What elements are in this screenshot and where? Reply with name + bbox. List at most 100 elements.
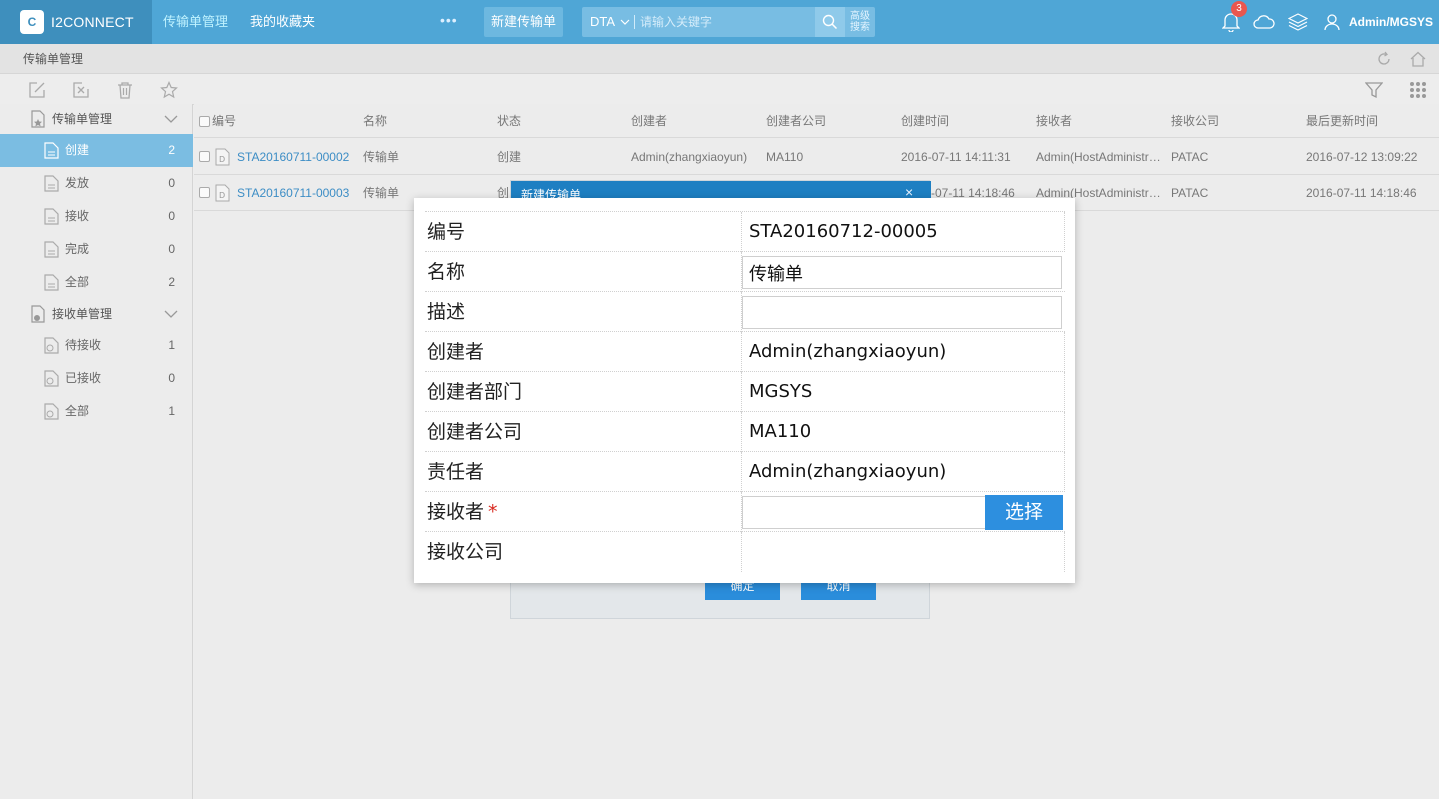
doc-star-icon bbox=[31, 110, 45, 128]
column-header[interactable]: 最后更新时间 bbox=[1306, 104, 1378, 138]
document-icon: D bbox=[215, 184, 230, 202]
document-icon bbox=[44, 274, 59, 291]
search-box: DTA 高级搜索 bbox=[582, 7, 875, 37]
row-checkbox[interactable] bbox=[199, 151, 210, 162]
field-label: 描述 bbox=[427, 301, 466, 323]
receiver-input[interactable] bbox=[742, 496, 986, 529]
row-number-link[interactable]: STA20160711-00003 bbox=[237, 175, 359, 211]
column-header[interactable]: 接收公司 bbox=[1171, 104, 1219, 138]
column-header[interactable]: 编号 bbox=[212, 104, 236, 138]
filter-icon[interactable] bbox=[1364, 80, 1384, 100]
row-number-link[interactable]: STA20160711-00002 bbox=[237, 139, 359, 175]
notification-badge: 3 bbox=[1231, 1, 1247, 17]
sidebar: 传输单管理 创建 2 发放 0 接收 0 完成 0 全部 2 接收单管理 待接收… bbox=[0, 104, 193, 799]
form-row-number: 编号 STA20160712-00005 bbox=[425, 212, 1065, 252]
search-type-dropdown[interactable]: DTA bbox=[590, 7, 630, 37]
sidebar-item-complete[interactable]: 完成 0 bbox=[0, 233, 193, 266]
breadcrumb-bar: 传输单管理 bbox=[0, 44, 1439, 74]
field-label: 创建者部门 bbox=[427, 381, 523, 403]
more-icon[interactable]: ••• bbox=[440, 12, 458, 28]
column-divider bbox=[1064, 212, 1065, 252]
receiver-label: 接收者 bbox=[427, 501, 485, 523]
column-header[interactable]: 创建时间 bbox=[901, 104, 949, 138]
number-value: STA20160712-00005 bbox=[749, 221, 938, 242]
search-icon bbox=[822, 14, 838, 30]
column-header[interactable]: 创建者 bbox=[631, 104, 667, 138]
sidebar-item-all-received[interactable]: 全部 1 bbox=[0, 395, 193, 428]
column-header[interactable]: 状态 bbox=[497, 104, 521, 138]
sidebar-group-transfer[interactable]: 传输单管理 bbox=[0, 104, 193, 134]
row-checkbox[interactable] bbox=[199, 187, 210, 198]
advanced-search-button[interactable]: 高级搜索 bbox=[845, 7, 875, 37]
cancel-doc-icon[interactable] bbox=[71, 80, 91, 100]
form-row-company: 创建者公司 MA110 bbox=[425, 412, 1065, 452]
sidebar-item-label: 待接收 bbox=[65, 338, 102, 352]
logo[interactable]: C I2CONNECT bbox=[0, 0, 152, 44]
layers-icon[interactable] bbox=[1287, 11, 1309, 33]
sidebar-item-count: 0 bbox=[168, 209, 175, 223]
document-icon bbox=[44, 241, 59, 258]
sidebar-item-pending[interactable]: 待接收 1 bbox=[0, 329, 193, 362]
edit-icon[interactable] bbox=[27, 80, 47, 100]
sidebar-item-issue[interactable]: 发放 0 bbox=[0, 167, 193, 200]
sidebar-item-label: 发放 bbox=[65, 176, 90, 190]
sidebar-item-count: 0 bbox=[168, 371, 175, 385]
table-header: 编号 名称 状态 创建者 创建者公司 创建时间 接收者 接收公司 最后更新时间 bbox=[194, 104, 1439, 138]
name-input[interactable] bbox=[742, 256, 1062, 289]
cell-receiver-company: PATAC bbox=[1171, 186, 1209, 200]
svg-text:D: D bbox=[219, 191, 225, 200]
chevron-down-icon bbox=[620, 19, 630, 25]
sidebar-group-label: 传输单管理 bbox=[52, 112, 113, 126]
search-button[interactable] bbox=[815, 7, 845, 37]
column-divider bbox=[741, 412, 742, 452]
sidebar-item-create[interactable]: 创建 2 bbox=[0, 134, 193, 167]
table-row[interactable]: D STA20160711-00002 传输单 创建 Admin(zhangxi… bbox=[194, 139, 1439, 175]
cloud-icon[interactable] bbox=[1253, 11, 1275, 33]
form-row-owner: 责任者 Admin(zhangxiaoyun) bbox=[425, 452, 1065, 492]
search-input[interactable] bbox=[640, 7, 813, 37]
column-divider bbox=[1064, 452, 1065, 492]
sidebar-item-received[interactable]: 已接收 0 bbox=[0, 362, 193, 395]
column-header[interactable]: 创建者公司 bbox=[766, 104, 826, 138]
required-mark: * bbox=[488, 501, 498, 523]
chevron-down-icon bbox=[164, 310, 178, 318]
star-icon[interactable] bbox=[159, 80, 179, 100]
sidebar-item-label: 完成 bbox=[65, 242, 90, 256]
select-receiver-button[interactable]: 选择 bbox=[985, 495, 1063, 530]
sidebar-item-label: 全部 bbox=[65, 275, 90, 289]
cell-updated-time: 2016-07-11 14:18:46 bbox=[1306, 186, 1417, 200]
column-header[interactable]: 接收者 bbox=[1036, 104, 1072, 138]
grid-icon[interactable] bbox=[1408, 80, 1428, 100]
cell-creator: Admin(zhangxiaoyun) bbox=[631, 150, 748, 164]
owner-value: Admin(zhangxiaoyun) bbox=[749, 461, 947, 482]
cell-status: 创建 bbox=[497, 150, 522, 164]
sidebar-group-receipt[interactable]: 接收单管理 bbox=[0, 299, 193, 329]
sidebar-item-count: 2 bbox=[168, 143, 175, 157]
sidebar-item-count: 0 bbox=[168, 176, 175, 190]
new-transfer-button[interactable]: 新建传输单 bbox=[484, 7, 563, 37]
column-divider bbox=[1064, 532, 1065, 572]
field-label: 责任者 bbox=[427, 461, 485, 483]
search-separator bbox=[634, 15, 635, 29]
form-row-receiver: 接收者 * 选择 bbox=[425, 492, 1065, 532]
cell-created-time: 2016-07-11 14:11:31 bbox=[901, 150, 1011, 164]
document-icon bbox=[44, 208, 59, 225]
nav-tab-transfer[interactable]: 传输单管理 bbox=[163, 0, 228, 44]
nav-tab-favorites[interactable]: 我的收藏夹 bbox=[250, 0, 315, 44]
sidebar-group-label: 接收单管理 bbox=[52, 307, 113, 321]
select-all-checkbox[interactable] bbox=[199, 116, 210, 127]
sidebar-item-count: 0 bbox=[168, 242, 175, 256]
sidebar-item-receive[interactable]: 接收 0 bbox=[0, 200, 193, 233]
document-clock-icon bbox=[44, 337, 59, 354]
home-icon[interactable] bbox=[1409, 50, 1427, 68]
refresh-icon[interactable] bbox=[1375, 50, 1393, 68]
search-type-label: DTA bbox=[590, 14, 615, 29]
sidebar-item-all[interactable]: 全部 2 bbox=[0, 266, 193, 299]
trash-icon[interactable] bbox=[115, 80, 135, 100]
description-input[interactable] bbox=[742, 296, 1062, 329]
breadcrumb[interactable]: 传输单管理 bbox=[23, 44, 83, 74]
column-header[interactable]: 名称 bbox=[363, 104, 387, 138]
user-icon[interactable] bbox=[1321, 11, 1343, 33]
field-label: 名称 bbox=[427, 261, 466, 283]
user-label[interactable]: Admin/MGSYS bbox=[1349, 0, 1433, 44]
